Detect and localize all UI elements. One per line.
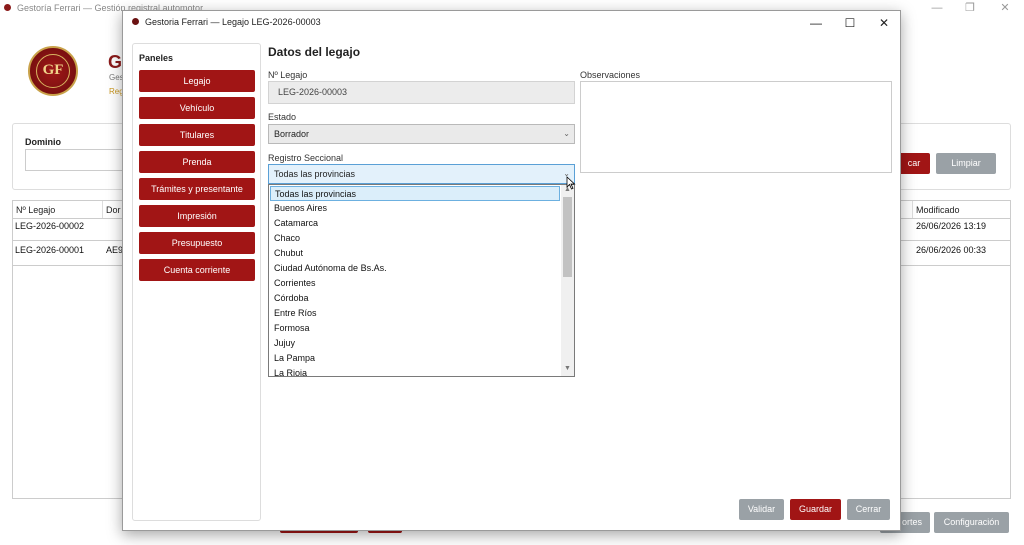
dropdown-option[interactable]: Ciudad Autónoma de Bs.As. <box>270 261 560 276</box>
app-icon <box>4 4 11 11</box>
table-cell-legajo[interactable]: LEG-2026-00002 <box>15 221 84 231</box>
panel-button-cuenta-corriente[interactable]: Cuenta corriente <box>139 259 255 281</box>
dialog-title: Gestoria Ferrari — Legajo LEG-2026-00003 <box>145 17 321 27</box>
column-divider <box>912 201 913 219</box>
close-icon[interactable]: ✕ <box>869 15 899 31</box>
column-header-dominio[interactable]: Dor <box>106 205 121 215</box>
dialog-titlebar[interactable]: Gestoria Ferrari — Legajo LEG-2026-00003… <box>123 11 900 35</box>
dropdown-option[interactable]: Entre Ríos <box>270 306 560 321</box>
dropdown-scrollbar[interactable]: ▲ ▼ <box>561 185 574 376</box>
registro-seccional-value: Todas las provincias <box>274 169 356 179</box>
table-cell-modificado[interactable]: 26/06/2026 13:19 <box>916 221 986 231</box>
dominio-label: Dominio <box>25 137 61 147</box>
search-button[interactable]: car <box>898 153 930 174</box>
registro-seccional-dropdown: Todas las provincias Buenos Aires Catama… <box>268 184 575 377</box>
dropdown-option[interactable]: Chaco <box>270 231 560 246</box>
column-header-modificado[interactable]: Modificado <box>916 205 960 215</box>
panel-button-vehiculo[interactable]: Vehículo <box>139 97 255 119</box>
scroll-down-icon[interactable]: ▼ <box>561 365 574 372</box>
table-cell-modificado[interactable]: 26/06/2026 00:33 <box>916 245 986 255</box>
dialog-app-icon <box>132 18 139 25</box>
dropdown-option[interactable]: La Rioja <box>270 366 560 376</box>
panel-button-prenda[interactable]: Prenda <box>139 151 255 173</box>
brand-logo: GF <box>28 46 78 96</box>
panel-button-impresion[interactable]: Impresión <box>139 205 255 227</box>
cerrar-button[interactable]: Cerrar <box>847 499 890 520</box>
observaciones-label: Observaciones <box>580 70 641 80</box>
legajo-number-label: Nº Legajo <box>268 70 308 80</box>
panel-button-tramites[interactable]: Trámites y presentante <box>139 178 255 200</box>
maximize-icon[interactable]: ❐ <box>955 1 985 15</box>
section-title: Datos del legajo <box>268 45 361 59</box>
close-icon[interactable]: ✕ <box>990 1 1020 15</box>
panel-button-titulares[interactable]: Titulares <box>139 124 255 146</box>
dropdown-option[interactable]: Formosa <box>270 321 560 336</box>
legajo-dialog: Gestoria Ferrari — Legajo LEG-2026-00003… <box>122 10 901 531</box>
column-header-legajo[interactable]: Nº Legajo <box>16 205 55 215</box>
dropdown-option[interactable]: Corrientes <box>270 276 560 291</box>
guardar-button[interactable]: Guardar <box>790 499 841 520</box>
panels-sidebar: Paneles Legajo Vehículo Titulares Prenda… <box>132 43 261 521</box>
maximize-icon[interactable]: ☐ <box>835 15 865 31</box>
mouse-cursor-icon <box>566 176 576 190</box>
scrollbar-thumb[interactable] <box>563 197 572 277</box>
dropdown-option[interactable]: Todas las provincias <box>270 186 560 201</box>
panels-title: Paneles <box>139 53 174 63</box>
brand-logo-text: GF <box>36 54 70 88</box>
app-title: G <box>108 52 123 72</box>
panel-button-legajo[interactable]: Legajo <box>139 70 255 92</box>
registro-seccional-select[interactable]: Todas las provincias ⌄ <box>268 164 575 184</box>
legajo-number-field: LEG-2026-00003 <box>268 81 575 104</box>
estado-select[interactable]: Borrador ⌄ <box>268 124 575 144</box>
chevron-down-icon: ⌄ <box>563 129 570 138</box>
column-divider <box>102 201 103 219</box>
dropdown-option[interactable]: La Pampa <box>270 351 560 366</box>
settings-button[interactable]: Configuración <box>934 512 1009 533</box>
dropdown-option[interactable]: Chubut <box>270 246 560 261</box>
dropdown-option[interactable]: Córdoba <box>270 291 560 306</box>
dominio-input[interactable] <box>25 149 135 171</box>
registro-seccional-label: Registro Seccional <box>268 153 344 163</box>
dropdown-option[interactable]: Catamarca <box>270 216 560 231</box>
panel-button-presupuesto[interactable]: Presupuesto <box>139 232 255 254</box>
estado-select-value: Borrador <box>274 129 310 139</box>
dropdown-option[interactable]: Jujuy <box>270 336 560 351</box>
estado-label: Estado <box>268 112 297 122</box>
minimize-icon[interactable]: — <box>922 1 952 15</box>
observaciones-textarea[interactable] <box>580 81 892 173</box>
validar-button[interactable]: Validar <box>739 499 784 520</box>
table-cell-legajo[interactable]: LEG-2026-00001 <box>15 245 84 255</box>
clear-button[interactable]: Limpiar <box>936 153 996 174</box>
dropdown-option[interactable]: Buenos Aires <box>270 201 560 216</box>
minimize-icon[interactable]: — <box>801 15 831 31</box>
